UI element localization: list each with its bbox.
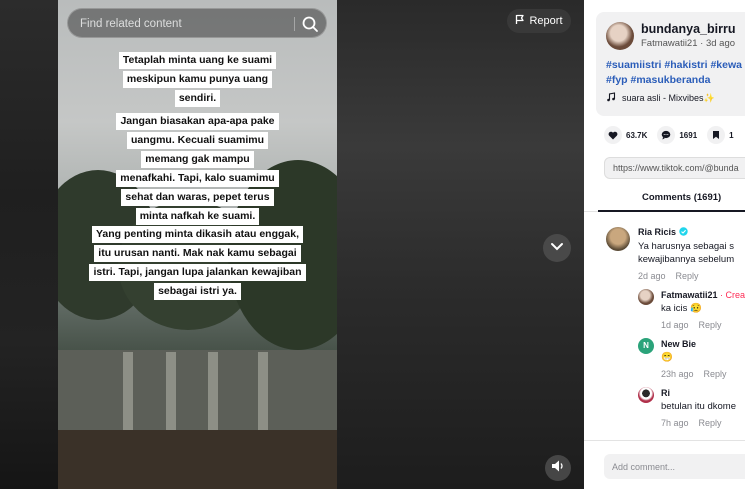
engagement-stats: 63.7K 1691 1 xyxy=(604,126,734,144)
save-stat[interactable]: 1 xyxy=(707,126,734,144)
comment-time: 23h ago xyxy=(661,369,694,379)
details-panel: bundanya_birru Fatmawatii21 · 3d ago #su… xyxy=(584,0,745,489)
avatar[interactable] xyxy=(638,387,654,403)
search-input[interactable] xyxy=(80,16,280,32)
comment-author[interactable]: Ria Ricis xyxy=(638,227,688,237)
author-card: bundanya_birru Fatmawatii21 · 3d ago #su… xyxy=(596,12,745,116)
sound-label: suara asli - Mixvibes✨ xyxy=(622,92,715,103)
caption-line: menafkahi. Tapi, kalo suamimu xyxy=(116,170,279,187)
video-player[interactable]: Tetaplah minta uang ke suami meskipun ka… xyxy=(58,0,337,489)
comment-text: kewajibannya sebelum xyxy=(638,254,735,265)
caption-line: uangmu. Kecuali suamimu xyxy=(126,132,269,149)
chevron-down-icon xyxy=(550,239,564,257)
fence-post xyxy=(166,352,176,442)
report-label: Report xyxy=(529,15,563,27)
author-username[interactable]: bundanya_birru xyxy=(641,22,735,36)
comment-author-name[interactable]: New Bie xyxy=(661,339,696,349)
caption-line: memang gak mampu xyxy=(141,151,254,168)
caption-line: sendiri. xyxy=(174,90,221,107)
comment-meta: 7h ago Reply xyxy=(661,418,722,428)
comment-time: 2d ago xyxy=(638,271,666,281)
volume-button[interactable] xyxy=(545,455,571,481)
comments-list[interactable]: Ria Ricis Ya harusnya sebagai s kewajiba… xyxy=(584,213,745,439)
comment-meta: 23h ago Reply xyxy=(661,369,727,379)
like-stat[interactable]: 63.7K xyxy=(604,126,647,144)
music-note-icon xyxy=(606,92,616,104)
caption-line: sebagai istri ya. xyxy=(154,283,241,300)
caption-block-3: Yang penting minta dikasih atau enggak, … xyxy=(58,224,337,300)
share-link-field[interactable]: https://www.tiktok.com/@bunda xyxy=(604,157,745,179)
hashtags-line[interactable]: #suamiistri #hakistri #kewa xyxy=(606,58,745,73)
reply-button[interactable]: Reply xyxy=(699,418,722,428)
avatar[interactable] xyxy=(606,22,634,50)
video-stage: Tetaplah minta uang ke suami meskipun ka… xyxy=(0,0,584,489)
comment-composer xyxy=(584,440,745,489)
caption-block-2: Jangan biasakan apa-apa pake uangmu. Kec… xyxy=(58,111,337,225)
comment-time: 1d ago xyxy=(661,320,689,330)
post-time: 3d ago xyxy=(705,38,736,49)
reply-button[interactable]: Reply xyxy=(676,271,699,281)
add-comment-input[interactable] xyxy=(604,454,745,479)
search-bar xyxy=(67,8,327,38)
hashtags[interactable]: #suamiistri #hakistri #kewa #fyp #masukb… xyxy=(606,58,745,87)
caption-line: Jangan biasakan apa-apa pake xyxy=(116,113,279,130)
save-count: 1 xyxy=(729,130,734,140)
next-video-button[interactable] xyxy=(543,234,571,262)
speaker-icon xyxy=(551,459,565,478)
comment-author-name[interactable]: Ri xyxy=(661,388,670,398)
search-icon[interactable] xyxy=(300,14,320,34)
author-handle: Fatmawatii21 xyxy=(641,38,698,49)
avatar[interactable] xyxy=(606,227,630,251)
comment-author[interactable]: Fatmawatii21 · Crea xyxy=(661,290,745,300)
author-subline: Fatmawatii21 · 3d ago xyxy=(641,38,736,49)
fence xyxy=(58,350,337,440)
avatar[interactable] xyxy=(638,289,654,305)
caption-line: minta nafkah ke suami. xyxy=(135,208,260,225)
heart-icon xyxy=(604,126,622,144)
reply-button[interactable]: Reply xyxy=(704,369,727,379)
report-button[interactable]: Report xyxy=(507,9,571,33)
verified-badge-icon xyxy=(678,227,688,237)
caption-line: Tetaplah minta uang ke suami xyxy=(118,52,277,69)
sound-link[interactable]: suara asli - Mixvibes✨ xyxy=(606,92,715,104)
avatar[interactable]: N xyxy=(638,338,654,354)
caption-block-1: Tetaplah minta uang ke suami meskipun ka… xyxy=(58,50,337,107)
tab-comments-label: Comments (1691) xyxy=(642,192,722,203)
comment-time: 7h ago xyxy=(661,418,689,428)
fence-post xyxy=(258,352,268,442)
reply-button[interactable]: Reply xyxy=(699,320,722,330)
search-divider xyxy=(294,17,295,31)
comment-text: betulan itu dkome xyxy=(661,401,736,412)
comment-meta: 1d ago Reply xyxy=(661,320,722,330)
comment-author-name: Fatmawatii21 xyxy=(661,290,718,300)
caption-line: istri. Tapi, jangan lupa jalankan kewaji… xyxy=(89,264,306,281)
comment-meta: 2d ago Reply xyxy=(638,271,699,281)
comment-text: 😁 xyxy=(661,352,673,363)
comment-text: ka icis 😥 xyxy=(661,303,702,314)
comment-count: 1691 xyxy=(679,130,698,140)
fence-post xyxy=(123,352,133,442)
bookmark-icon xyxy=(707,126,726,144)
creator-badge: · Crea xyxy=(720,290,745,300)
background-blur-left xyxy=(0,0,58,489)
tab-underline xyxy=(598,210,745,212)
caption-line: meskipun kamu punya uang xyxy=(122,71,273,88)
comment-bubble-icon xyxy=(657,126,676,144)
tab-comments[interactable]: Comments (1691) xyxy=(584,188,745,212)
ground xyxy=(58,430,337,489)
caption-line: itu urusan nanti. Mak nak kamu sebagai xyxy=(94,245,301,262)
fence-post xyxy=(208,352,218,442)
caption-line: Yang penting minta dikasih atau enggak, xyxy=(91,226,304,243)
comment-stat[interactable]: 1691 xyxy=(657,126,697,144)
flag-icon xyxy=(515,14,525,28)
caption-line: sehat dan waras, pepet terus xyxy=(121,189,274,206)
comment-author-name: Ria Ricis xyxy=(638,227,677,237)
hashtags-line[interactable]: #fyp #masukberanda xyxy=(606,73,745,88)
like-count: 63.7K xyxy=(626,130,648,140)
comment-text: Ya harusnya sebagai s xyxy=(638,241,734,252)
